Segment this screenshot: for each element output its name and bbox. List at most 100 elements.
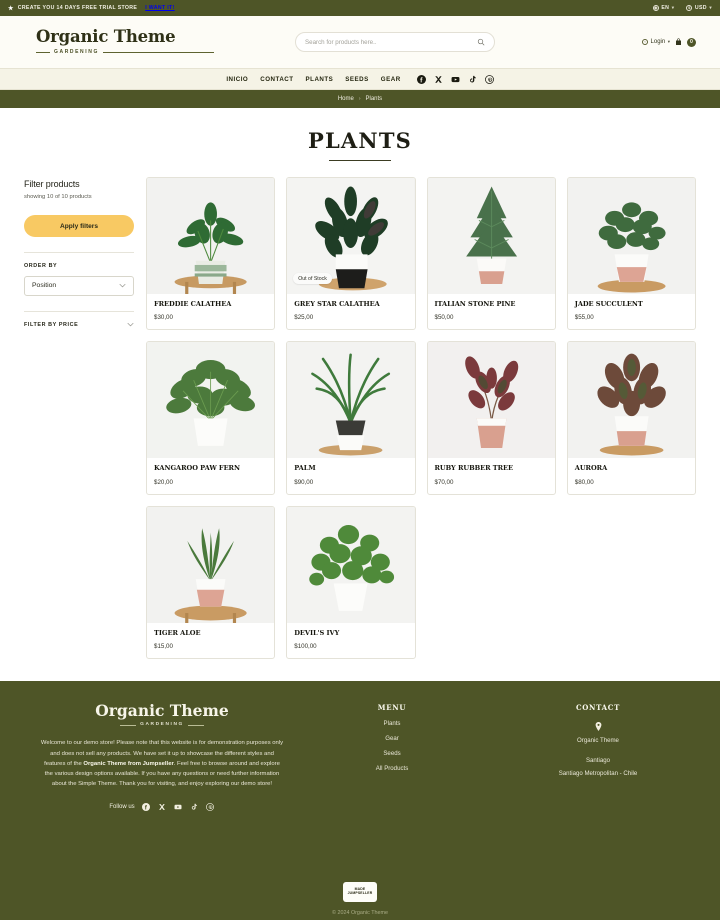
footer-link-all-products[interactable]: All Products (294, 765, 490, 772)
footer-rule-left (120, 724, 137, 726)
logo-rule-left (36, 51, 50, 53)
footer-contact-heading: CONTACT (575, 702, 620, 712)
breadcrumb-home[interactable]: Home (338, 96, 354, 102)
order-by-value: Position (32, 282, 57, 290)
search-input[interactable] (305, 38, 477, 46)
product-info: GREY STAR CALATHEA $25,00 (287, 294, 414, 329)
product-image[interactable] (567, 342, 695, 459)
product-image[interactable] (287, 342, 415, 459)
facebook-icon[interactable] (142, 802, 151, 811)
product-count-text: showing 10 of 10 products (24, 194, 92, 201)
chevron-down-icon (119, 284, 126, 288)
site-logo[interactable]: Organic Theme GARDENING (24, 28, 214, 55)
product-info: ITALIAN STONE PINE $50,00 (428, 294, 555, 329)
product-name: PALM (294, 464, 316, 473)
apply-filters-button[interactable]: Apply filters (24, 215, 134, 238)
user-icon: ‹ (642, 39, 649, 45)
product-image[interactable] (147, 506, 275, 623)
product-image[interactable] (427, 178, 555, 295)
filter-by-price-toggle[interactable]: FILTER BY PRICE (24, 322, 134, 328)
product-name: GREY STAR CALATHEA (294, 300, 380, 309)
product-card[interactable]: AURORA $80,00 (566, 341, 696, 495)
x-icon[interactable] (434, 75, 443, 84)
product-info: FREDDIE CALATHEA $30,00 (147, 294, 274, 329)
product-info: AURORA $80,00 (568, 458, 695, 493)
footer-follow: Follow us (40, 802, 284, 811)
footer-rule-right (187, 724, 204, 726)
product-image[interactable] (427, 342, 555, 459)
product-card[interactable]: FREDDIE CALATHEA $30,00 (146, 177, 276, 331)
product-image[interactable] (287, 506, 415, 623)
star-icon: ★ (8, 5, 14, 12)
search-icon[interactable] (477, 38, 485, 46)
product-card[interactable]: ITALIAN STONE PINE $50,00 (426, 177, 556, 331)
product-name: ITALIAN STONE PINE (434, 300, 516, 309)
currency-value: USD (694, 5, 707, 11)
coin-icon: $ (686, 5, 693, 11)
facebook-icon[interactable] (416, 74, 426, 84)
nav-item-contact[interactable]: CONTACT (260, 76, 293, 83)
chevron-down-icon: ▾ (709, 5, 712, 10)
product-price: $50,00 (434, 314, 454, 322)
product-card[interactable]: RUBY RUBBER TREE $70,00 (426, 341, 556, 495)
product-price: $30,00 (154, 314, 173, 322)
page-root: ★ CREATE YOU 14 DAYS FREE TRIAL STORE I … (0, 0, 720, 920)
nav-item-inicio[interactable]: INICIO (226, 76, 248, 83)
login-label: Login (650, 39, 666, 45)
promo-cta-link[interactable]: I WANT IT! (145, 5, 174, 11)
nav-item-seeds[interactable]: SEEDS (345, 76, 368, 83)
product-card[interactable]: KANGAROO PAW FERN $20,00 (146, 341, 276, 495)
tiktok-icon[interactable] (190, 802, 199, 811)
footer-contact-city: Santiago (585, 756, 611, 764)
order-by-label: ORDER BY (24, 262, 58, 269)
youtube-icon[interactable] (174, 802, 183, 811)
language-value: EN (661, 5, 670, 11)
pinterest-icon[interactable] (484, 74, 494, 84)
language-selector[interactable]: ◉ EN ▾ (652, 5, 675, 11)
sidebar-divider (24, 252, 134, 253)
site-header: Organic Theme GARDENING ‹ Login ▾ (0, 16, 720, 68)
product-name: RUBY RUBBER TREE (434, 464, 514, 473)
currency-selector[interactable]: $ USD ▾ (686, 5, 712, 11)
product-price: $70,00 (434, 478, 454, 486)
filter-sidebar: Filter products showing 10 of 10 product… (24, 175, 134, 659)
product-image[interactable]: Out of Stock (287, 178, 415, 295)
youtube-icon[interactable] (451, 75, 460, 84)
product-price: $20,00 (154, 478, 173, 486)
product-info: TIGER ALOE $15,00 (147, 623, 274, 658)
nav-item-plants[interactable]: PLANTS (306, 76, 334, 83)
announcement-bar: ★ CREATE YOU 14 DAYS FREE TRIAL STORE I … (0, 0, 720, 16)
login-menu[interactable]: ‹ Login ▾ (642, 39, 670, 45)
product-image[interactable] (567, 178, 695, 295)
nav-item-gear[interactable]: GEAR (381, 76, 401, 83)
title-underline (329, 160, 391, 162)
product-card[interactable]: JADE SUCCULENT $55,00 (566, 177, 696, 331)
footer-link-gear[interactable]: Gear (294, 735, 490, 742)
tiktok-icon[interactable] (468, 75, 477, 84)
pinterest-icon[interactable] (206, 802, 215, 811)
search-box[interactable] (295, 32, 495, 52)
product-info: JADE SUCCULENT $55,00 (568, 294, 695, 329)
nav-socials (416, 74, 494, 84)
main-content: Filter products showing 10 of 10 product… (0, 175, 720, 659)
cart-count-badge[interactable]: 0 (687, 37, 696, 47)
product-card[interactable]: TIGER ALOE $15,00 (146, 505, 276, 659)
product-card[interactable]: Out of Stock GREY STAR CALATHEA $25,00 (286, 177, 416, 331)
product-price: $90,00 (294, 478, 314, 486)
footer-logo-subtitle-wrap: GARDENING (40, 722, 284, 727)
footer-link-seeds[interactable]: Seeds (294, 750, 490, 757)
shopping-bag-icon[interactable] (675, 38, 682, 46)
product-card[interactable]: DEVIL'S IVY $100,00 (286, 505, 416, 659)
product-card[interactable]: PALM $90,00 (286, 341, 416, 495)
search-zone (214, 32, 576, 52)
footer-menu-column: MENU Plants Gear Seeds All Products (294, 703, 490, 811)
jumpseller-badge[interactable]: MADE JUMPSELLER (343, 882, 377, 902)
product-image[interactable] (147, 178, 275, 295)
product-info: DEVIL'S IVY $100,00 (287, 623, 414, 658)
x-icon[interactable] (158, 802, 167, 811)
badge-line-2: JUMPSELLER (347, 891, 373, 895)
chevron-down-icon: ▾ (671, 5, 675, 10)
order-by-select[interactable]: Position (24, 275, 134, 296)
footer-link-plants[interactable]: Plants (294, 720, 490, 727)
product-image[interactable] (147, 342, 275, 459)
